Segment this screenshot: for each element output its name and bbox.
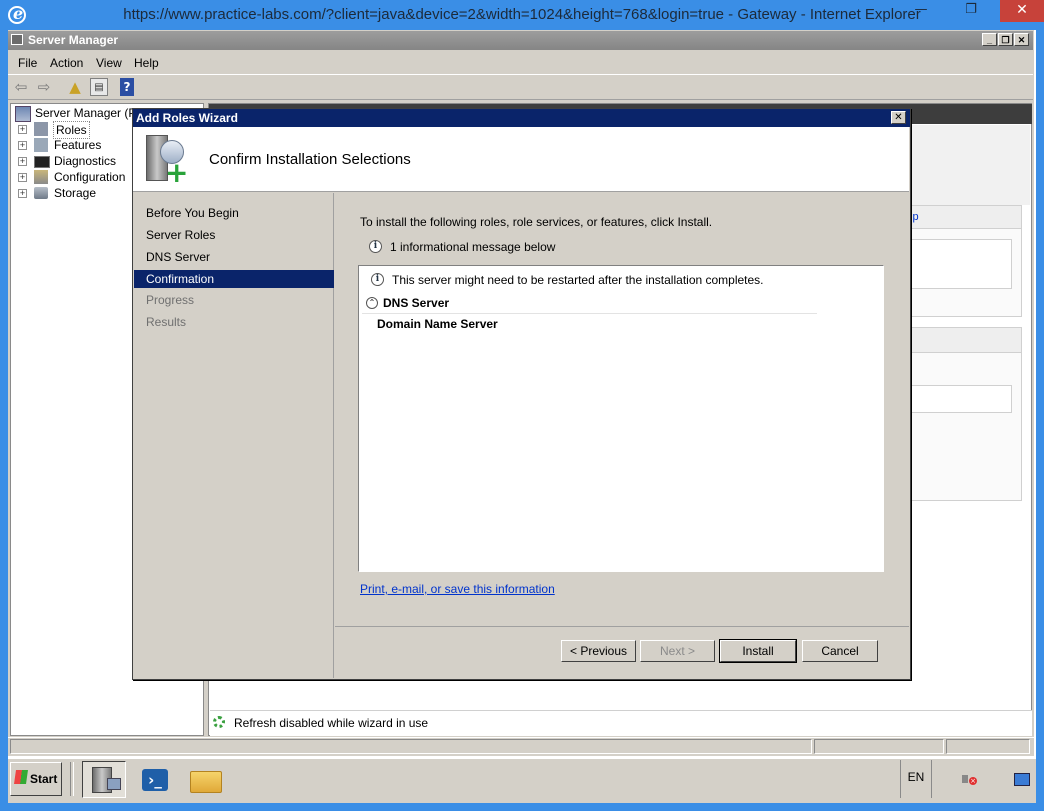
previous-button[interactable]: < Previous [561, 640, 636, 662]
server-manager-title-bar: Server Manager _ ❐ ✕ [8, 31, 1033, 50]
toolbar: ⇦ ⇨ ▲ ▤ ? [8, 74, 1033, 100]
wizard-steps: Before You Begin Server Roles DNS Server [133, 193, 334, 678]
status-bar [8, 738, 1034, 756]
details-panel-1-content [910, 239, 1012, 289]
sm-close-icon[interactable]: ✕ [1014, 33, 1029, 46]
wizard-close-icon[interactable]: ✕ [891, 111, 906, 124]
taskbar-explorer[interactable] [184, 761, 228, 798]
expand-icon[interactable]: + [18, 189, 27, 198]
ie-title: https://www.practice-labs.com/?client=ja… [123, 6, 921, 23]
details-panel-2-header [907, 328, 1021, 353]
wizard-title: Add Roles Wizard [136, 111, 238, 125]
tree-item-label: Features [54, 138, 102, 152]
taskbar-powershell[interactable]: ›_ [134, 761, 178, 798]
step-confirmation-selected[interactable]: Confirmation [134, 270, 334, 288]
step-progress: Progress [146, 293, 195, 307]
menu-view[interactable]: View [96, 56, 122, 70]
sm-minimize-icon[interactable]: _ [982, 33, 997, 46]
restart-message: This server might need to be restarted a… [392, 273, 764, 287]
section-item-dns: Domain Name Server [377, 317, 498, 331]
speaker-body [962, 775, 968, 783]
step-dns-server[interactable]: DNS Server [146, 248, 210, 266]
tree-item-label: Configuration [54, 170, 126, 184]
step-server-roles[interactable]: Server Roles [146, 226, 215, 244]
powershell-icon: ›_ [142, 769, 168, 791]
back-arrow-icon[interactable]: ⇦ [12, 78, 30, 96]
configuration-icon [34, 170, 48, 184]
taskbar-server-manager[interactable] [82, 761, 126, 798]
server-manager-title: Server Manager [28, 33, 119, 47]
step-before-you-begin[interactable]: Before You Begin [146, 204, 239, 222]
status-bar-segment-2 [814, 739, 944, 754]
section-title-dns-server: DNS Server [383, 296, 450, 310]
tree-item-label: Diagnostics [54, 154, 117, 168]
roles-icon [34, 122, 48, 136]
refresh-icon [213, 716, 225, 728]
details-panel-2-content [910, 385, 1012, 413]
details-panel-1-header [907, 206, 1021, 229]
menu-bar: File Action View Help [8, 52, 1033, 74]
expand-icon[interactable]: + [18, 125, 27, 134]
language-indicator[interactable]: EN [900, 760, 932, 798]
step-results: Results [146, 315, 187, 329]
start-button[interactable]: Start [10, 762, 62, 796]
show-hide-tree-icon[interactable]: ▤ [90, 78, 108, 96]
sm-restore-icon[interactable]: ❐ [998, 33, 1013, 46]
expand-icon[interactable]: + [18, 157, 27, 166]
wizard-intro-text: To install the following roles, role ser… [360, 215, 713, 229]
volume-muted-icon[interactable]: × [962, 772, 977, 786]
print-save-link[interactable]: Print, e-mail, or save this information [360, 582, 555, 596]
windows-logo-icon [14, 770, 28, 784]
plus-icon: + [165, 156, 189, 189]
taskbar-separator [70, 762, 74, 796]
server-manager-app-icon [11, 34, 23, 45]
info-count-text: 1 informational message below [390, 240, 556, 254]
maximize-icon[interactable]: ❐ [948, 0, 994, 22]
details-panel-2 [906, 327, 1022, 501]
section-divider [362, 313, 817, 314]
close-icon[interactable]: ✕ [1000, 0, 1044, 22]
tree-root-label: Server Manager (PL [35, 106, 144, 120]
tree-item-label: Storage [54, 186, 97, 200]
cancel-button[interactable]: Cancel [802, 640, 878, 662]
minimize-icon[interactable]: — [898, 0, 944, 22]
forward-arrow-icon[interactable]: ⇨ [35, 78, 53, 96]
ie-title-bar: e https://www.practice-labs.com/?client=… [0, 0, 1044, 30]
selections-list [358, 265, 884, 572]
info-icon: i [371, 273, 384, 286]
diagnostics-icon [34, 156, 50, 168]
next-button[interactable]: Next > [640, 640, 715, 662]
wizard-heading: Confirm Installation Selections [209, 151, 411, 168]
network-icon[interactable] [1014, 773, 1030, 786]
server-manager-tree-icon [15, 106, 31, 122]
mute-badge-icon: × [969, 777, 977, 785]
menu-file[interactable]: File [18, 56, 37, 70]
status-bar-segment-main [10, 739, 812, 754]
menu-action[interactable]: Action [50, 56, 83, 70]
start-label: Start [30, 772, 58, 786]
info-icon: i [369, 240, 382, 253]
collapse-icon[interactable]: ⌃ [366, 297, 378, 309]
help-icon[interactable]: ? [120, 78, 134, 96]
install-button[interactable]: Install [719, 639, 797, 663]
refresh-status-text: Refresh disabled while wizard in use [234, 716, 429, 730]
server-overlay-icon [107, 778, 121, 790]
storage-icon [34, 187, 48, 199]
up-folder-icon[interactable]: ▲ [66, 78, 84, 96]
expand-icon[interactable]: + [18, 141, 27, 150]
step-confirmation: Confirmation [146, 272, 215, 286]
menu-help[interactable]: Help [134, 56, 159, 70]
features-icon [34, 138, 48, 152]
expand-icon[interactable]: + [18, 173, 27, 182]
folder-icon [190, 771, 222, 793]
details-help-link[interactable]: lp [910, 211, 919, 223]
status-bar-segment-3 [946, 739, 1030, 754]
wizard-title-bar: Add Roles Wizard [133, 109, 910, 127]
details-panel-1: lp [906, 205, 1022, 317]
